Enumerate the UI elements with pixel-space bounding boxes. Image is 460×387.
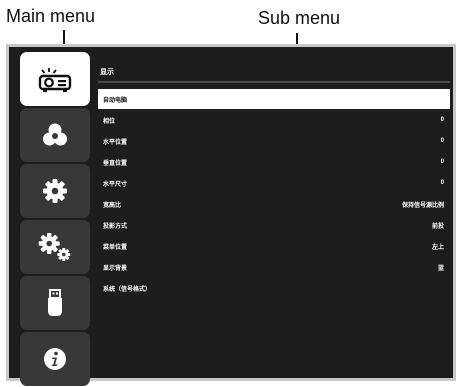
sub-menu-title: 显示 <box>100 69 114 76</box>
menu-row-menu-position[interactable]: 菜单位置 左上 <box>98 236 450 256</box>
osd-screen: 显示 自动电脑 相位 0 水平位置 0 垂直位置 0 水平尺寸 0 宽高比 保持… <box>6 44 456 386</box>
row-label: 投影方式 <box>103 223 128 230</box>
row-label: 垂直位置 <box>103 160 128 167</box>
menu-row-background[interactable]: 显示背景 蓝 <box>98 257 450 277</box>
row-value: 保持信号源比例 <box>401 202 444 209</box>
row-value: 左上 <box>431 244 444 251</box>
projector-icon <box>38 68 72 92</box>
main-menu-callout: Main menu <box>6 6 96 26</box>
menu-row-projection[interactable]: 投影方式 前投 <box>98 215 450 235</box>
row-label: 相位 <box>103 118 116 125</box>
row-label: 自动电脑 <box>103 97 128 104</box>
row-label: 显示背景 <box>103 265 128 272</box>
menu-tile-display[interactable] <box>20 52 90 106</box>
sub-menu-panel: 显示 自动电脑 相位 0 水平位置 0 垂直位置 0 水平尺寸 0 宽高比 保持… <box>98 47 450 378</box>
menu-row-h-position[interactable]: 水平位置 0 <box>98 131 450 151</box>
row-value: 0 <box>440 159 444 165</box>
row-label: 系统（信号格式） <box>103 286 152 293</box>
menu-tile-usb[interactable] <box>20 276 90 330</box>
menu-tile-color[interactable] <box>20 108 90 162</box>
row-value: 蓝 <box>437 265 444 272</box>
gear-icon <box>43 179 67 203</box>
menu-row-aspect-ratio[interactable]: 宽高比 保持信号源比例 <box>98 194 450 214</box>
gears-icon <box>38 233 71 261</box>
info-icon <box>44 348 66 370</box>
usb-drive-icon <box>48 289 62 316</box>
row-label: 宽高比 <box>103 202 122 209</box>
menu-tile-settings[interactable] <box>20 164 90 218</box>
main-menu-sidebar <box>20 47 90 386</box>
row-value: 0 <box>440 117 444 123</box>
menu-row-v-position[interactable]: 垂直位置 0 <box>98 152 450 172</box>
row-label: 水平尺寸 <box>103 181 128 188</box>
row-value: 前投 <box>431 223 444 230</box>
menu-row-phase[interactable]: 相位 0 <box>98 110 450 130</box>
row-label: 菜单位置 <box>103 244 128 251</box>
row-value: 0 <box>440 138 444 144</box>
row-value: 0 <box>440 180 444 186</box>
menu-tile-advanced[interactable] <box>20 220 90 274</box>
menu-row-auto-pc[interactable]: 自动电脑 <box>98 89 450 109</box>
menu-row-signal-format[interactable]: 系统（信号格式） <box>98 278 450 298</box>
menu-row-h-size[interactable]: 水平尺寸 0 <box>98 173 450 193</box>
row-label: 水平位置 <box>103 139 128 146</box>
menu-tile-info[interactable] <box>20 332 90 386</box>
color-circles-icon <box>43 123 67 146</box>
title-divider <box>98 81 450 83</box>
sub-menu-callout: Sub menu <box>258 8 341 28</box>
